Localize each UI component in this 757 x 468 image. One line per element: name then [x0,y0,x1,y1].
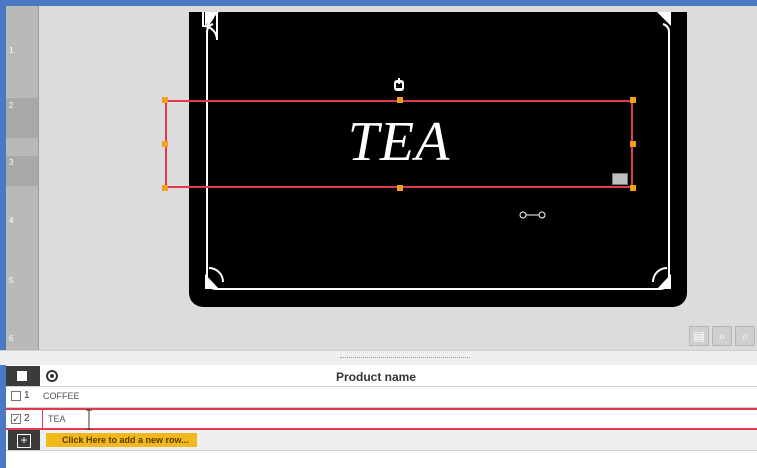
data-table: Product name 1 COFFEE ✓ 2 TEA + Click He… [6,366,757,451]
splitter-grip[interactable] [340,357,470,360]
ruler-tick: 2 [9,101,14,110]
label-text[interactable]: TEA [165,110,633,174]
resize-handle[interactable] [397,97,403,103]
row-value[interactable]: TEA [48,414,66,424]
design-canvas[interactable]: TEA ▤ ⌕ ⌕ [39,6,757,350]
select-all-checkbox[interactable] [6,366,40,386]
text-cursor-icon [86,409,92,431]
row-checkbox[interactable] [11,391,21,401]
ruler-tick: 3 [9,158,14,167]
resize-handle[interactable] [162,97,168,103]
resize-handle[interactable] [397,185,403,191]
row-value[interactable]: COFFEE [43,391,80,401]
plus-icon: + [17,434,31,448]
ruler-tick: 1 [9,46,14,55]
ruler-tick: 5 [9,276,14,285]
cell-editor[interactable] [42,410,757,428]
panel-splitter[interactable] [0,350,757,365]
resize-handle[interactable] [630,185,636,191]
ruler-tick: 4 [9,216,14,225]
add-row-hint[interactable]: Click Here to add a new row... [46,433,197,447]
table-row[interactable]: 1 COFFEE [6,387,757,408]
select-all-box [17,371,27,381]
vertical-ruler: 1 2 3 4 5 6 [6,6,39,350]
resize-handle[interactable] [162,185,168,191]
column-header-product-name[interactable]: Product name [336,370,416,384]
resize-handle[interactable] [630,97,636,103]
table-header: Product name [6,366,757,387]
save-icon[interactable]: ▤ [689,326,709,346]
grid-icon[interactable] [612,173,628,185]
row-index: 1 [24,390,30,401]
row-checkbox-checked[interactable]: ✓ [11,414,21,424]
table-row[interactable]: ✓ 2 TEA [6,408,757,431]
add-row-bar[interactable]: + Click Here to add a new row... [6,430,757,451]
zoom-out-icon[interactable]: ⌕ [712,326,732,346]
link-icon[interactable] [519,210,547,220]
eye-icon[interactable] [44,369,60,383]
rotate-icon[interactable] [393,78,405,92]
row-index: 2 [24,413,30,424]
zoom-toolbar: ▤ ⌕ ⌕ [689,326,755,346]
ruler-tick: 6 [9,334,14,343]
zoom-in-icon[interactable]: ⌕ [735,326,755,346]
add-row-button[interactable]: + [8,430,40,450]
